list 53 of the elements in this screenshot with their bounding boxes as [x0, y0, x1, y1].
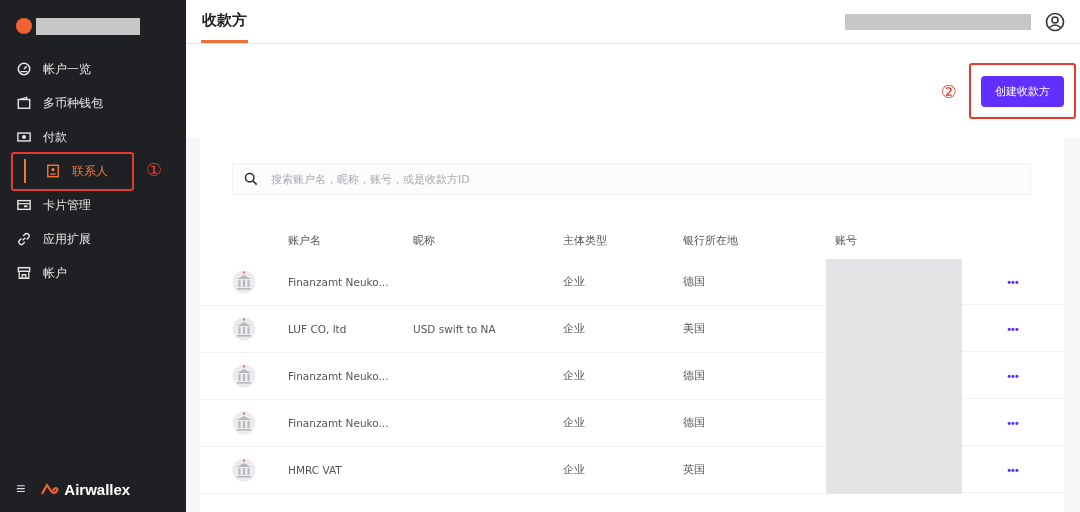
table-cell: USD swift to NA: [413, 323, 496, 335]
nav-item[interactable]: 多币种钱包: [0, 86, 186, 120]
table-cell: Finanzamt Neuko...: [288, 417, 389, 429]
create-payee-button[interactable]: 创建收款方: [981, 75, 1064, 107]
nav-item[interactable]: 应用扩展: [0, 222, 186, 256]
annotation-number: ②: [940, 80, 957, 102]
user-icon[interactable]: [1045, 11, 1065, 32]
gauge-icon: [17, 62, 31, 76]
table-cell: 企业: [563, 369, 585, 383]
column-header: 账户名: [288, 234, 321, 248]
more-button[interactable]: •••: [962, 400, 1064, 446]
column-header: 昵称: [413, 234, 435, 248]
table-cell: HMRC VAT: [288, 464, 342, 476]
table-cell: 德国: [683, 275, 705, 289]
menu-button[interactable]: ≡: [16, 480, 26, 498]
bank-icon: [232, 364, 256, 388]
table-cell: 英国: [683, 463, 705, 477]
more-button[interactable]: •••: [962, 259, 1064, 305]
nav-item[interactable]: 付款: [0, 120, 186, 154]
brand-name: Airwallex: [64, 480, 131, 498]
table-cell: 企业: [563, 463, 585, 477]
annotation-number: ①: [146, 159, 163, 180]
bank-icon: [232, 270, 256, 294]
table-cell: 德国: [683, 369, 705, 383]
link-icon: [17, 232, 31, 246]
column-header: 账号: [835, 234, 857, 248]
more-button[interactable]: •••: [962, 353, 1064, 399]
bank-icon: [232, 458, 256, 482]
table-cell: Finanzamt Neuko...: [288, 370, 389, 382]
table-cell: 美国: [683, 322, 705, 336]
table-cell: 企业: [563, 416, 585, 430]
card-icon: [17, 198, 31, 212]
nav-item[interactable]: 卡片管理: [0, 188, 186, 222]
contact-icon: [46, 164, 60, 178]
cash-icon: [17, 130, 31, 144]
more-button[interactable]: •••: [962, 306, 1064, 352]
table-cell: 企业: [563, 322, 585, 336]
table-cell: Finanzamt Neuko...: [288, 276, 389, 288]
nav-item[interactable]: 帐户: [0, 256, 186, 290]
table-cell: LUF CO, ltd: [288, 323, 347, 335]
column-header: 银行所在地: [683, 234, 738, 248]
search-field[interactable]: 搜索账户名，昵称，账号，或是收款方ID: [232, 163, 1031, 195]
brand-logo-icon: [41, 483, 62, 495]
table-cell: 德国: [683, 416, 705, 430]
table-cell: 企业: [563, 275, 585, 289]
store-icon: [17, 266, 31, 280]
bank-icon: [232, 317, 256, 341]
bank-icon: [232, 411, 256, 435]
organization-icon: [16, 18, 32, 34]
more-button[interactable]: •••: [962, 447, 1064, 493]
column-header: 主体类型: [563, 234, 607, 248]
nav-item[interactable]: 帐户一览: [0, 52, 186, 86]
wallet-icon: [17, 96, 31, 110]
